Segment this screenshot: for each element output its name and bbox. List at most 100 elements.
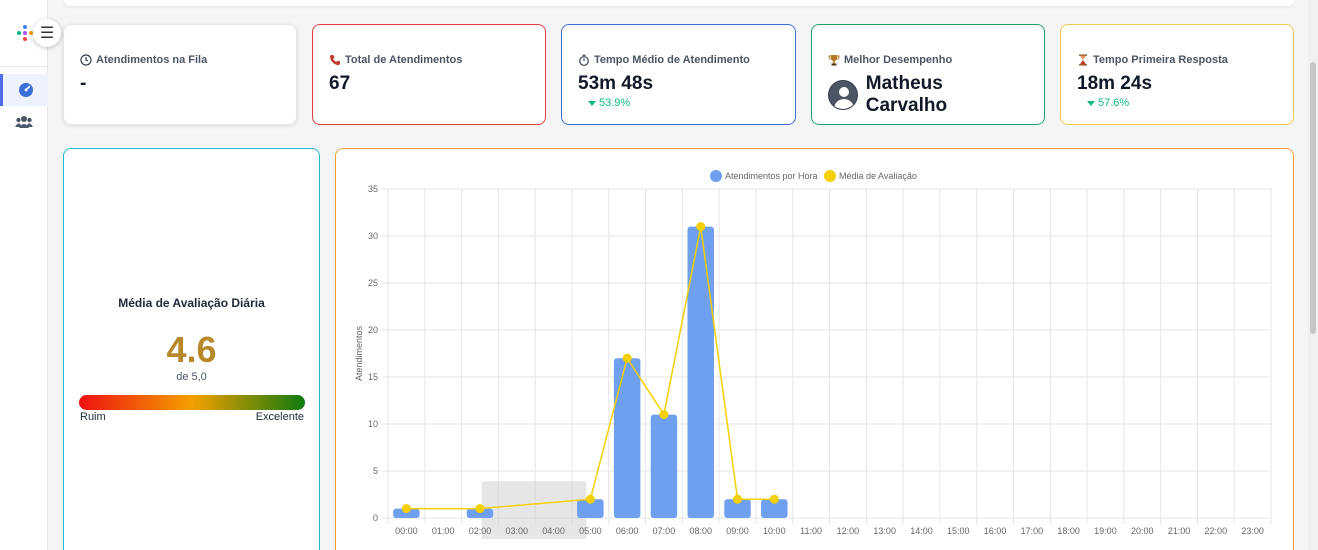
y-tick-label: 20 — [368, 325, 378, 335]
bar-07:00 — [650, 414, 678, 518]
legend-label-line: Média de Avaliação — [839, 171, 917, 181]
card-best-title: Melhor Desempenho — [844, 54, 953, 66]
x-tick-label: 07:00 — [653, 526, 676, 536]
hover-highlight — [481, 481, 587, 539]
card-queue-title: Atendimentos na Fila — [96, 54, 208, 66]
y-axis-label: Atendimentos — [354, 325, 364, 381]
x-tick-label: 01:00 — [432, 526, 455, 536]
x-tick-label: 00:00 — [395, 526, 418, 536]
card-first-response-delta: 57.6% — [1077, 97, 1277, 109]
trend-down-icon — [1087, 100, 1095, 106]
rating-scale: de 5,0 — [176, 371, 207, 383]
x-tick-label: 12:00 — [837, 526, 860, 536]
x-tick-label: 22:00 — [1205, 526, 1228, 536]
y-tick-label: 0 — [373, 513, 378, 523]
sidebar — [0, 0, 48, 550]
y-tick-label: 10 — [368, 419, 378, 429]
trend-down-icon — [588, 100, 596, 106]
x-tick-label: 14:00 — [910, 526, 933, 536]
clock-icon — [80, 54, 92, 66]
card-avg-time-delta-value: 53.9% — [599, 97, 631, 109]
sidebar-item-dashboard[interactable] — [0, 74, 48, 106]
x-tick-label: 08:00 — [689, 526, 712, 536]
rating-high-label: Excelente — [255, 411, 304, 423]
sidebar-divider — [0, 66, 48, 67]
card-first-response-value: 18m 24s — [1077, 73, 1153, 94]
hourly-chart-panel: 0 5 10 15 20 25 30 35 Atendimentos 00:00 01:00 02:0… — [335, 148, 1294, 550]
x-tick-label: 13:00 — [873, 526, 896, 536]
best-performer: Matheus Carvalho — [828, 73, 1028, 117]
card-queue-title-row: Atendimentos na Fila — [80, 53, 280, 67]
card-total-title-row: Total de Atendimentos — [329, 53, 529, 67]
card-total-title: Total de Atendimentos — [345, 54, 463, 66]
x-tick-label: 15:00 — [947, 526, 970, 536]
x-tick-label: 02:00 — [469, 526, 492, 536]
rating-point — [622, 353, 632, 363]
x-tick-label: 18:00 — [1057, 526, 1080, 536]
legend-swatch-bars — [710, 170, 722, 182]
card-best-performer: Melhor Desempenho Matheus Carvalho — [811, 24, 1045, 125]
avatar — [828, 80, 858, 110]
phone-icon — [330, 55, 340, 66]
rating-point — [733, 494, 743, 504]
scrollbar-thumb[interactable] — [1310, 62, 1316, 334]
x-tick-label: 11:00 — [800, 526, 822, 536]
best-performer-name: Matheus Carvalho — [865, 73, 948, 116]
card-total: Total de Atendimentos 67 — [312, 24, 546, 125]
hourly-chart: 0 5 10 15 20 25 30 35 Atendimentos 00:00 01:00 02:0… — [354, 170, 1272, 539]
rating-point — [475, 504, 485, 514]
rating-low-label: Ruim — [80, 411, 106, 423]
y-tick-label: 15 — [368, 372, 378, 382]
x-tick-label: 03:00 — [506, 526, 529, 536]
menu-toggle-button[interactable]: ☰ — [33, 19, 61, 47]
sidebar-item-users[interactable] — [0, 106, 48, 138]
x-tick-label: 21:00 — [1168, 526, 1191, 536]
rating-value: 4.6 — [166, 329, 217, 370]
daily-rating-panel: Média de Avaliação Diária 4.6 de 5,0 Rui… — [63, 148, 320, 550]
x-tick-label: 17:00 — [1021, 526, 1044, 536]
x-tick-label: 05:00 — [579, 526, 602, 536]
card-avg-time: Tempo Médio de Atendimento 53m 48s 53.9% — [561, 24, 796, 125]
trophy-icon — [828, 55, 840, 66]
x-tick-label: 20:00 — [1131, 526, 1154, 536]
top-header-bar — [64, 0, 1294, 6]
y-tick-label: 30 — [368, 231, 378, 241]
x-tick-label: 19:00 — [1094, 526, 1117, 536]
card-avg-time-title-row: Tempo Médio de Atendimento — [578, 53, 779, 67]
dashboard-gauge-icon — [18, 83, 33, 97]
page-scrollbar[interactable] — [1308, 0, 1318, 550]
card-queue-value: - — [80, 73, 87, 94]
y-tick-label: 25 — [368, 278, 378, 288]
y-tick-label: 5 — [373, 466, 378, 476]
y-tick-label: 35 — [368, 184, 378, 194]
x-tick-label: 23:00 — [1241, 526, 1264, 536]
legend-swatch-line — [824, 170, 836, 182]
x-tick-label: 06:00 — [616, 526, 639, 536]
hourglass-icon — [1079, 54, 1087, 66]
rating-point — [401, 504, 411, 514]
card-avg-time-delta: 53.9% — [578, 97, 779, 109]
card-first-response: Tempo Primeira Resposta 18m 24s 57.6% — [1060, 24, 1294, 125]
bar-06:00 — [613, 358, 641, 518]
rating-point — [585, 494, 595, 504]
x-tick-label: 04:00 — [542, 526, 565, 536]
rating-point — [769, 494, 779, 504]
users-group-icon — [15, 116, 33, 128]
rating-gradient-bar — [79, 395, 305, 410]
card-total-value: 67 — [329, 73, 351, 94]
card-first-response-title-row: Tempo Primeira Resposta — [1077, 53, 1277, 67]
card-first-response-title: Tempo Primeira Resposta — [1093, 54, 1228, 66]
card-avg-time-title: Tempo Médio de Atendimento — [594, 54, 750, 66]
rating-title: Média de Avaliação Diária — [118, 296, 265, 310]
card-best-title-row: Melhor Desempenho — [828, 53, 1028, 67]
rating-point — [696, 222, 706, 232]
legend-label-bars: Atendimentos por Hora — [725, 171, 818, 181]
card-avg-time-value: 53m 48s — [578, 73, 654, 94]
x-tick-label: 16:00 — [984, 526, 1007, 536]
card-first-response-delta-value: 57.6% — [1098, 97, 1130, 109]
card-queue: Atendimentos na Fila - — [63, 24, 297, 125]
rating-point — [659, 410, 669, 420]
x-tick-label: 10:00 — [763, 526, 786, 536]
hamburger-icon: ☰ — [39, 25, 55, 42]
x-tick-label: 09:00 — [726, 526, 749, 536]
